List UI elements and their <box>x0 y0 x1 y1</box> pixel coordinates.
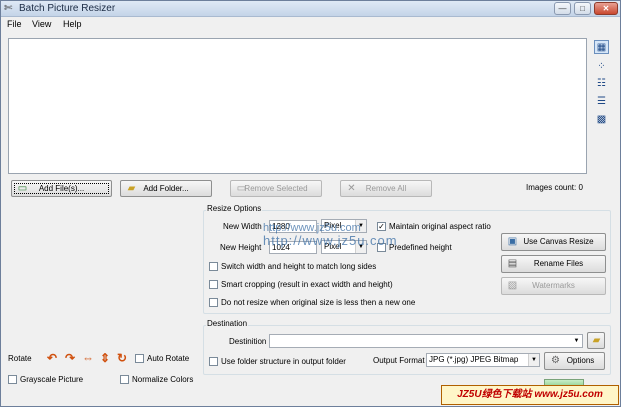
maintain-aspect-checkbox[interactable]: ✓ <box>377 222 386 231</box>
remove-selected-button[interactable]: ▭ Remove Selected <box>230 180 322 197</box>
image-file-list[interactable] <box>8 38 587 174</box>
menu-bar: File View Help <box>1 17 620 31</box>
watermark-icon: ▧ <box>507 280 518 291</box>
maintain-aspect-label: Maintain original aspect ratio <box>389 222 491 231</box>
normalize-checkbox[interactable] <box>120 375 129 384</box>
watermark-text-2: http://www.jz5u.com <box>263 233 398 248</box>
view-details-icon[interactable]: ☰ <box>594 95 609 109</box>
folder-structure-checkbox[interactable] <box>209 357 218 366</box>
folder-structure-label: Use folder structure in output folder <box>221 357 346 366</box>
minimize-button[interactable]: — <box>554 2 571 15</box>
flip-vertical-icon[interactable]: ⇕ <box>98 351 112 365</box>
auto-rotate-checkbox[interactable] <box>135 354 144 363</box>
site-banner: JZ5U绿色下载站 www.jz5u.com <box>441 385 619 405</box>
smart-crop-checkbox[interactable] <box>209 280 218 289</box>
close-button[interactable]: ✕ <box>594 2 618 15</box>
new-height-label: New Height <box>220 243 262 252</box>
folder-icon: ▰ <box>592 335 601 346</box>
rename-icon: ▤ <box>507 258 518 269</box>
view-small-icons-icon[interactable]: ⁘ <box>594 60 609 74</box>
no-resize-smaller-checkbox[interactable] <box>209 298 218 307</box>
destination-title: Destination <box>206 319 249 329</box>
no-resize-smaller-label: Do not resize when original size is less… <box>221 298 416 307</box>
title-bar: ✄ Batch Picture Resizer — □ ✕ <box>1 1 620 17</box>
grayscale-checkbox[interactable] <box>8 375 17 384</box>
new-width-label: New Width <box>223 222 262 231</box>
chevron-down-icon: ▼ <box>528 354 539 366</box>
canvas-resize-button[interactable]: ▣ Use Canvas Resize <box>501 233 606 251</box>
browse-folder-button[interactable]: ▰ <box>587 332 605 349</box>
resize-options-title: Resize Options <box>206 204 263 214</box>
flip-horizontal-icon[interactable]: ⇔ <box>81 351 95 365</box>
remove-selected-icon: ▭ <box>236 183 247 194</box>
output-format-select[interactable]: JPG (*.jpg) JPEG Bitmap ▼ <box>426 353 540 367</box>
destination-input[interactable]: ▼ <box>269 334 583 348</box>
normalize-label: Normalize Colors <box>132 375 194 384</box>
watermarks-button[interactable]: ▧ Watermarks <box>501 277 606 295</box>
chevron-down-icon: ▼ <box>571 335 582 347</box>
rotate-left-icon[interactable]: ↶ <box>45 351 59 365</box>
smart-crop-label: Smart cropping (result in exact width an… <box>221 280 393 289</box>
auto-rotate-label: Auto Rotate <box>147 354 190 363</box>
menu-file[interactable]: File <box>7 18 22 30</box>
switch-wh-checkbox[interactable] <box>209 262 218 271</box>
app-icon: ✄ <box>4 3 13 14</box>
switch-wh-label: Switch width and height to match long si… <box>221 262 377 271</box>
predefined-height-label: Predefined height <box>389 243 452 252</box>
rotate-180-icon[interactable]: ↻ <box>115 351 129 365</box>
add-folder-icon: ▰ <box>127 183 136 194</box>
rotate-label: Rotate <box>8 354 32 363</box>
gear-icon: ⚙ <box>551 355 560 366</box>
remove-all-icon: ✕ <box>347 183 356 194</box>
options-button[interactable]: ⚙ Options <box>544 352 605 370</box>
window-title: Batch Picture Resizer <box>19 3 116 14</box>
destination-label: Destinition <box>229 337 267 346</box>
add-files-button[interactable]: ▭ Add File(s)... <box>11 180 112 197</box>
add-file-icon: ▭ <box>17 183 28 194</box>
main-window: ✄ Batch Picture Resizer — □ ✕ File View … <box>0 0 621 407</box>
images-count: Images count: 0 <box>526 183 583 192</box>
view-large-icons-icon[interactable]: ▦ <box>594 40 609 54</box>
remove-all-button[interactable]: ✕ Remove All <box>340 180 432 197</box>
view-list-icon[interactable]: ☷ <box>594 77 609 91</box>
menu-view[interactable]: View <box>32 18 51 30</box>
menu-help[interactable]: Help <box>63 18 82 30</box>
add-folder-button[interactable]: ▰ Add Folder... <box>120 180 212 197</box>
view-tiles-icon[interactable]: ▩ <box>594 113 609 127</box>
maximize-button[interactable]: □ <box>574 2 591 15</box>
rename-files-button[interactable]: ▤ Rename Files <box>501 255 606 273</box>
rotate-right-icon[interactable]: ↷ <box>63 351 77 365</box>
canvas-icon: ▣ <box>507 236 518 247</box>
grayscale-label: Grayscale Picture <box>20 375 84 384</box>
output-format-label: Output Format <box>373 356 425 365</box>
